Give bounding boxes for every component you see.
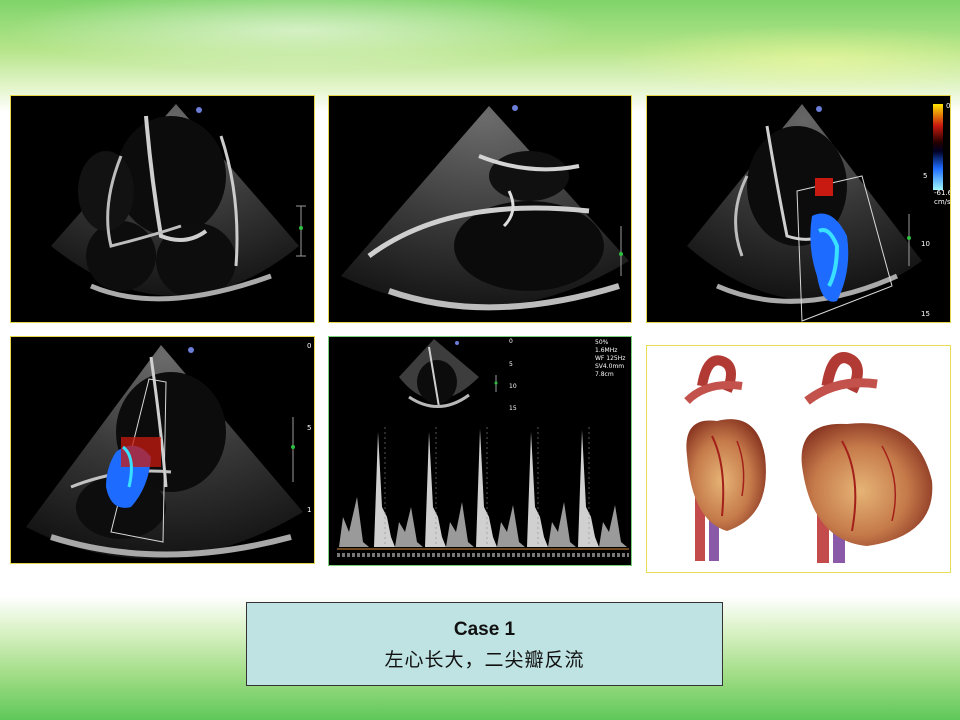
doppler-param-frequency: 1.6MHz [595,347,617,354]
echo-color-doppler-apical-image: 0 -61.6 cm/s 5 10 15 [646,95,951,323]
normal-heart-illustration [684,355,766,561]
doppler-spectrum-waveform [337,427,629,557]
echo-parasternal-long-axis-image [328,95,632,323]
scale-top-label: 0 [946,102,950,110]
heart-illustrations-image [646,345,951,573]
velocity-color-scale [933,104,943,190]
enlarged-heart-illustration [801,352,933,563]
doppler-param-wall-filter: WF 125Hz [595,355,625,362]
depth-10-label: 10 [509,383,517,390]
doppler-param-depth: 7.8cm [595,371,614,378]
probe-marker-icon [196,107,202,113]
doppler-red-flow [815,178,833,196]
probe-marker-icon [188,347,194,353]
doppler-param-sample-volume: SV4.0mm [595,363,624,370]
depth-15-label: 15 [921,310,930,318]
depth-0-label: 0 [307,342,311,350]
echo-color-doppler-mitral-regurgitation-image: 0 5 1 [10,336,315,564]
probe-marker-icon [816,106,822,112]
echo-apical-four-chamber-image [10,95,315,323]
depth-10-label: 10 [921,240,930,248]
case-description: 左心长大，二尖瓣反流 [384,649,585,671]
depth-5-label: 5 [923,172,927,180]
depth-5-label: 5 [307,424,311,432]
probe-marker-icon [455,341,459,345]
depth-15-label: 15 [509,405,517,412]
depth-5-label: 5 [509,361,513,368]
doppler-param-gain: 50% [595,339,609,346]
spectral-doppler-tracing-image: 0 5 10 15 50% 1.6MHz WF 125Hz SV4.0mm 7.… [328,336,632,566]
scale-bottom-label: -61.6 [934,189,951,197]
case-title: Case 1 [453,619,516,640]
depth-0-label: 0 [509,338,513,345]
case-caption-box: Case 1 左心长大，二尖瓣反流 [246,602,723,686]
probe-marker-icon [512,105,518,111]
depth-10-label: 1 [307,506,311,514]
scale-unit-label: cm/s [934,198,951,206]
